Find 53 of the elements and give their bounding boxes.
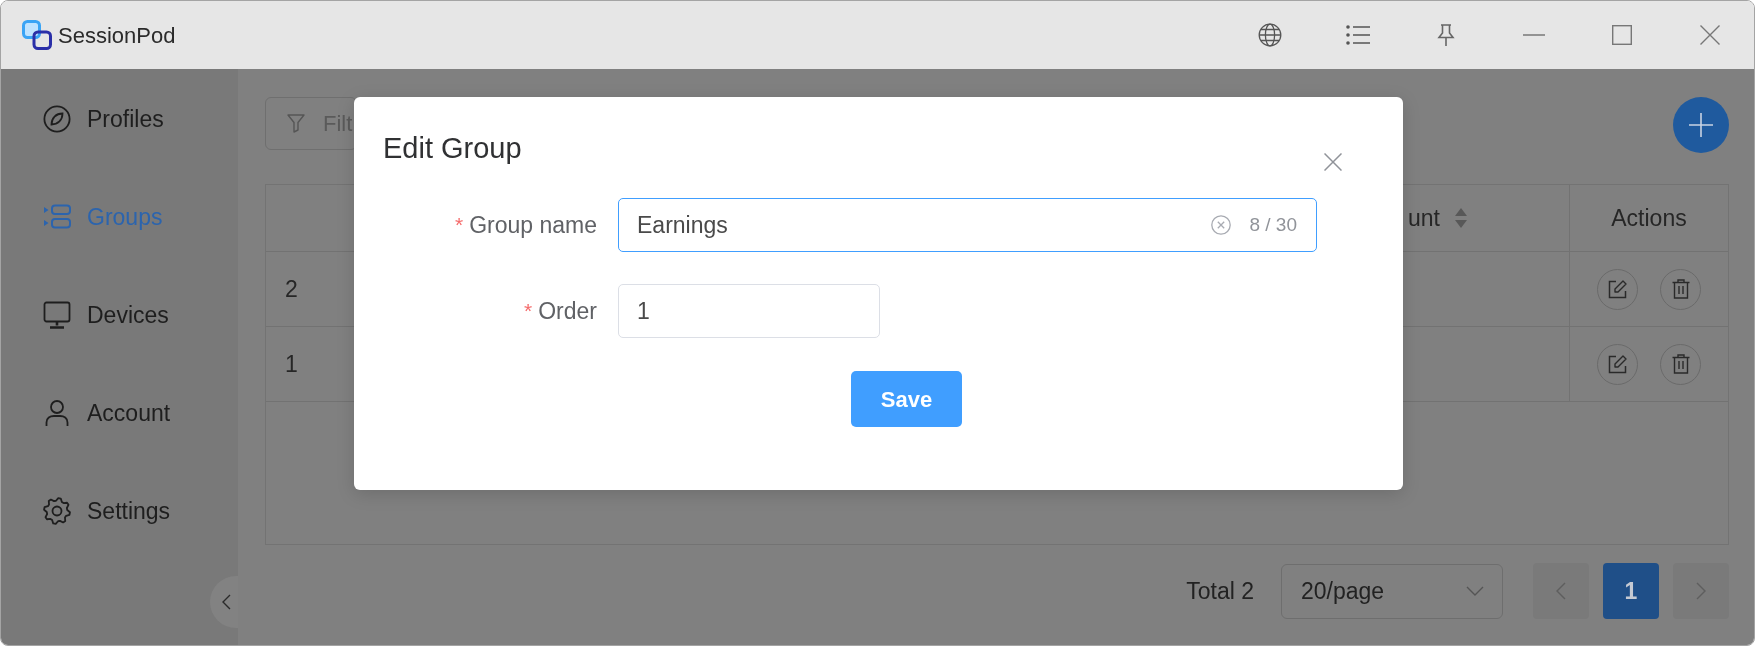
language-button[interactable] [1258, 23, 1282, 47]
chevron-left-icon [221, 594, 231, 610]
pin-icon [1437, 24, 1455, 46]
total-count: Total 2 [1186, 576, 1254, 606]
close-icon [1700, 25, 1720, 45]
required-mark: * [454, 212, 464, 239]
user-icon [43, 399, 71, 427]
page-button[interactable]: 1 [1603, 563, 1659, 619]
plus-icon [1689, 113, 1713, 137]
monitor-icon [43, 301, 71, 329]
text-input[interactable]: 1 [618, 284, 880, 338]
maximize-button[interactable] [1612, 25, 1632, 45]
list-button[interactable] [1346, 25, 1370, 45]
edit-icon [1608, 279, 1627, 299]
page-size-select[interactable]: 20/page [1281, 563, 1503, 619]
sidebar-item[interactable]: Account [43, 395, 171, 431]
minimize-icon [1523, 34, 1545, 36]
globe-icon [1258, 23, 1282, 47]
settings-icon [43, 497, 71, 525]
dialog-title: Edit Group [383, 131, 522, 165]
add-button[interactable] [1673, 97, 1729, 153]
group-list-icon [43, 203, 71, 231]
column-header: Actions [1611, 203, 1687, 233]
dialog-close-button[interactable] [1324, 153, 1342, 171]
compass-icon [43, 105, 71, 133]
chevron-right-icon [1696, 582, 1706, 600]
filter-icon [287, 114, 305, 133]
trash-icon [1671, 354, 1690, 374]
sidebar-item[interactable]: Profiles [43, 101, 164, 137]
collapse-button[interactable] [210, 576, 238, 628]
save-button[interactable]: Save [851, 371, 962, 427]
row-number: 1 [285, 349, 298, 379]
maximize-icon [1612, 25, 1632, 45]
close-button[interactable] [1700, 25, 1720, 45]
chevron-down-icon [1466, 586, 1484, 596]
field-label: Order [538, 296, 597, 326]
edit-icon [1608, 354, 1627, 374]
app-title: SessionPod [58, 21, 176, 50]
sidebar-item[interactable]: Devices [43, 297, 169, 333]
sidebar-item[interactable]: Settings [43, 493, 171, 529]
chevron-left-icon [1556, 582, 1566, 600]
pin-button[interactable] [1437, 24, 1455, 46]
field-label: Group name [469, 210, 597, 240]
trash-icon [1671, 279, 1690, 299]
character-counter: 8 / 30 [1249, 212, 1297, 237]
close-icon [1324, 153, 1342, 171]
column-header: unt [1408, 203, 1440, 233]
list-icon [1346, 25, 1370, 45]
sort-icon [1454, 207, 1468, 229]
app-logo-icon [22, 20, 52, 50]
required-mark: * [524, 298, 533, 325]
text-input[interactable]: Earnings 8 / 30 [618, 198, 1317, 252]
row-number: 2 [285, 274, 298, 304]
